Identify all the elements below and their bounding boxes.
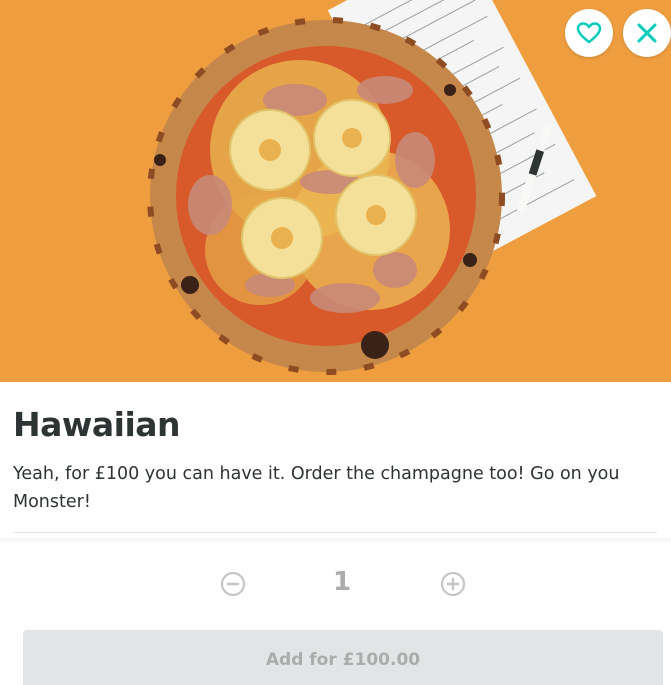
product-description: Yeah, for £100 you can have it. Order th… — [13, 464, 620, 512]
quantity-stepper: 1 — [0, 565, 671, 603]
pizza-illustration — [0, 0, 671, 382]
heart-icon — [576, 22, 602, 44]
favourite-button[interactable] — [565, 9, 613, 57]
footer-shadow — [0, 538, 671, 544]
close-button[interactable] — [623, 9, 671, 57]
decrease-quantity-button[interactable] — [220, 571, 246, 597]
quantity-value: 1 — [332, 567, 352, 597]
plus-circle-icon — [440, 571, 466, 597]
product-title: Hawaiian — [13, 405, 181, 444]
minus-circle-icon — [220, 571, 246, 597]
add-button-label: Add for £100.00 — [265, 650, 421, 670]
add-to-basket-button[interactable]: Add for £100.00 — [23, 630, 663, 685]
increase-quantity-button[interactable] — [440, 571, 466, 597]
product-details: Hawaiian Yeah, for £100 you can have it.… — [0, 382, 671, 516]
divider — [13, 532, 657, 533]
product-image — [0, 0, 671, 382]
close-icon — [637, 23, 657, 43]
